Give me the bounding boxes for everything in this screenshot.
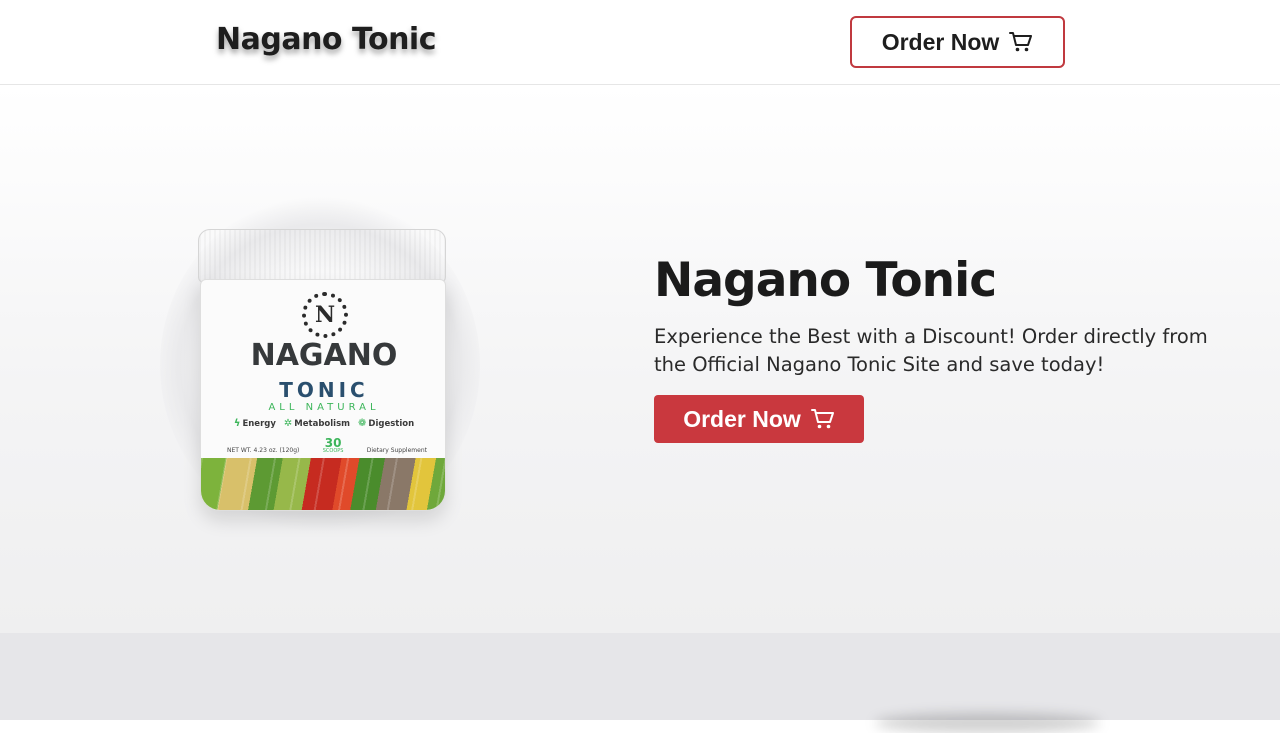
product-ingredient-strip [201, 458, 445, 510]
product-tagline: ALL NATURAL [268, 402, 380, 413]
product-jar-label: N NAGANO TONIC ALL NATURAL ϟ Energy ✲ Meta… [200, 279, 446, 511]
product-image: N NAGANO TONIC ALL NATURAL ϟ Energy ✲ Meta… [160, 195, 480, 535]
next-section-image-shadow [875, 713, 1100, 733]
nav-order-now-label: Order Now [881, 28, 1000, 55]
product-benefits: ϟ Energy ✲ Metabolism ❁ Digestion [201, 418, 445, 429]
benefit-digestion: ❁ Digestion [358, 418, 415, 429]
benefit-energy: ϟ Energy [233, 418, 276, 429]
stomach-icon: ❁ [358, 418, 367, 429]
product-supplement-label: Dietary Supplement [366, 447, 427, 454]
benefit-metabolism: ✲ Metabolism [283, 418, 350, 429]
hero-description: Experience the Best with a Discount! Ord… [654, 325, 1208, 376]
hero-title: Nagano Tonic [654, 253, 997, 308]
cart-icon [810, 409, 834, 429]
atom-icon: ✲ [283, 418, 293, 429]
brand-logo-text[interactable]: Nagano Tonic [216, 22, 437, 57]
next-section [0, 633, 1280, 733]
product-scoops-label: SCOOPS [322, 448, 344, 454]
product-logo-icon: N [302, 292, 348, 338]
product-info-row: NET WT. 4.23 oz. (120g) 30 SCOOPS Dietar… [227, 437, 427, 454]
hero-order-now-label: Order Now [683, 405, 801, 432]
hero-section: N NAGANO TONIC ALL NATURAL ϟ Energy ✲ Meta… [0, 85, 1280, 633]
nav-order-now-button[interactable]: Order Now [850, 16, 1065, 68]
navbar: Nagano Tonic Order Now [0, 0, 1280, 85]
product-scoops: 30 SCOOPS [323, 437, 344, 454]
product-name: NAGANO [250, 338, 398, 373]
product-subname: TONIC [279, 378, 369, 402]
hero-order-now-button[interactable]: Order Now [654, 395, 864, 443]
bolt-icon: ϟ [233, 418, 241, 429]
product-net-weight: NET WT. 4.23 oz. (120g) [227, 447, 300, 454]
product-jar-lid [198, 229, 446, 283]
cart-icon [1009, 32, 1033, 52]
